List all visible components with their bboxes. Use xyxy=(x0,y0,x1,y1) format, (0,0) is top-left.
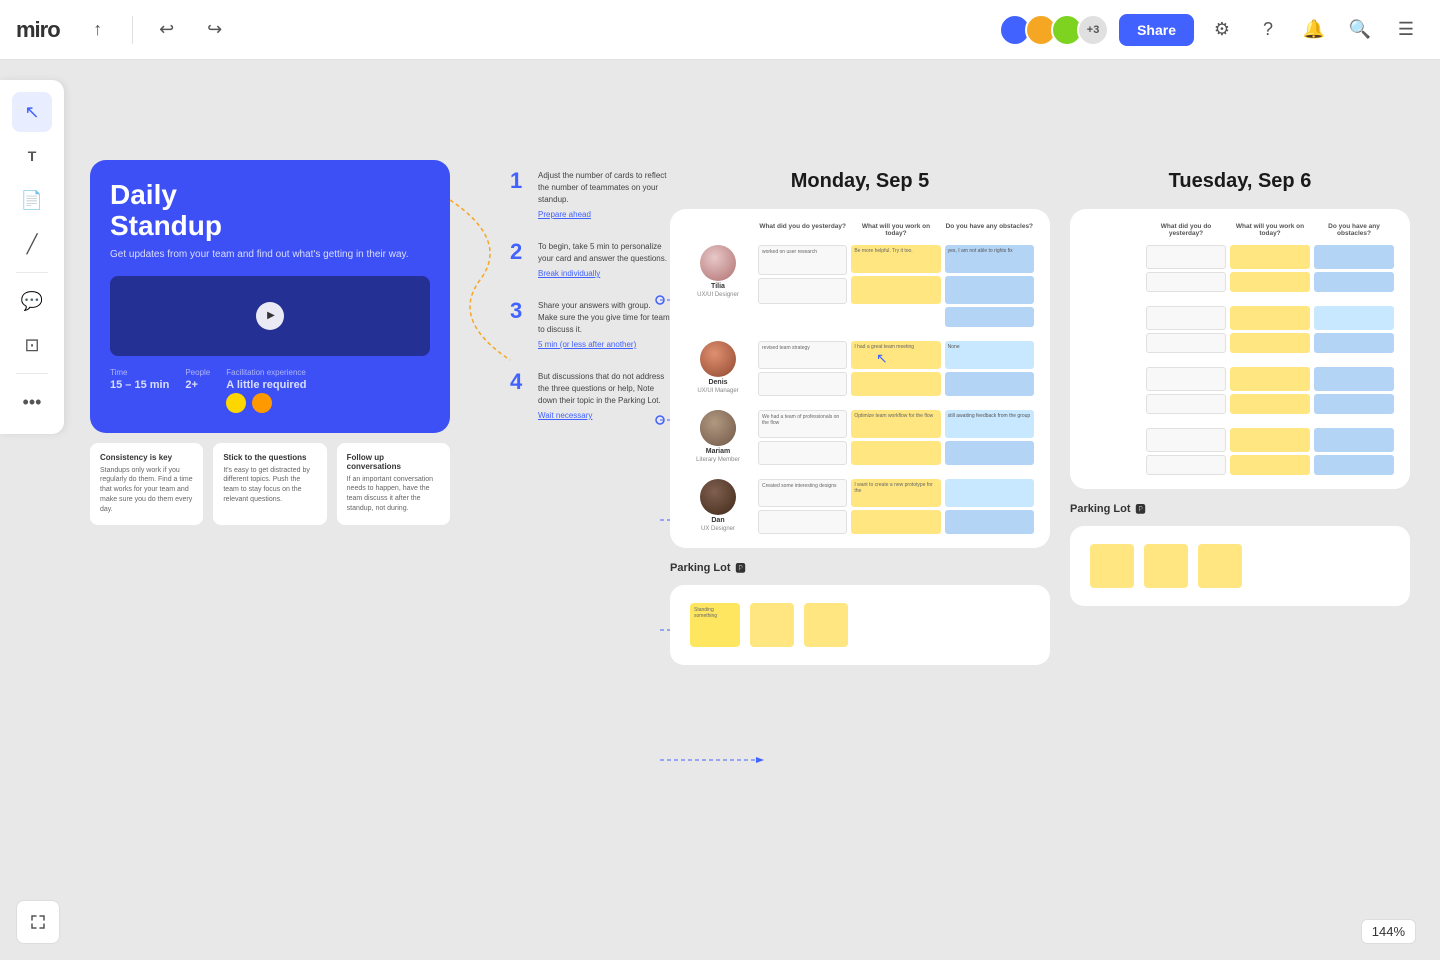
intro-card: DailyStandup Get updates from your team … xyxy=(90,160,450,525)
person-row-denis: Denis UX/UI Manager revised team strateg… xyxy=(686,341,1034,396)
expand-button[interactable] xyxy=(16,900,60,944)
avatar-tilia xyxy=(700,245,736,281)
topbar: miro ↑ ↩ ↪ +3 Share ⚙ ? 🔔 🔍 ☰ xyxy=(0,0,1440,60)
parking-lot-monday: Parking Lot 🅿 Standing something xyxy=(670,560,1050,665)
monday-section: Monday, Sep 5 What did you do yesterday?… xyxy=(670,170,1050,665)
logo: miro xyxy=(16,17,60,43)
person-row-tilia: Tilia UX/UI Designer worked on user rese… xyxy=(686,245,1034,327)
left-toolbar: ↖ T 📄 ╱ 💬 ⊡ ••• xyxy=(0,80,64,434)
comment-tool[interactable]: 💬 xyxy=(12,281,52,321)
tuesday-section: Tuesday, Sep 6 What did you do yesterday… xyxy=(1070,170,1410,606)
tuesday-row-3 xyxy=(1086,367,1394,414)
intro-stats: Time 15 – 15 min People 2+ Facilitation … xyxy=(110,368,430,413)
tuesday-row-2 xyxy=(1086,306,1394,353)
frame-tool[interactable]: ⊡ xyxy=(12,325,52,365)
tuesday-row-1 xyxy=(1086,245,1394,292)
intro-subtitle: Get updates from your team and find out … xyxy=(110,248,430,262)
intro-blue-card: DailyStandup Get updates from your team … xyxy=(90,160,450,433)
person-row-mariam: Mariam Literary Member We had a team of … xyxy=(686,410,1034,465)
step-3: 3 Share your answers with group. Make su… xyxy=(510,300,670,351)
redo-button[interactable]: ↪ xyxy=(197,12,233,48)
mini-avatar xyxy=(252,393,272,413)
step-2: 2 To begin, take 5 min to personalize yo… xyxy=(510,241,670,280)
tuesday-row-4 xyxy=(1086,428,1394,475)
stat-people: People 2+ xyxy=(185,368,210,413)
parking-lot-monday-board: Standing something xyxy=(670,585,1050,665)
line-tool[interactable]: ╱ xyxy=(12,224,52,264)
share-button[interactable]: Share xyxy=(1119,14,1194,46)
search-icon-button[interactable]: 🔍 xyxy=(1342,12,1378,48)
more-tools[interactable]: ••• xyxy=(12,382,52,422)
person-row-dan: Dan UX Designer Created some interesting… xyxy=(686,479,1034,534)
zoom-level: 144% xyxy=(1361,919,1416,944)
tuesday-board: What did you do yesterday? What will you… xyxy=(1070,209,1410,489)
upload-button[interactable]: ↑ xyxy=(80,12,116,48)
play-button[interactable]: ▶ xyxy=(256,302,284,330)
parking-lot-tuesday-board xyxy=(1070,526,1410,606)
undo-button[interactable]: ↩ xyxy=(149,12,185,48)
video-thumbnail[interactable]: ▶ xyxy=(110,276,430,356)
step-4: 4 But discussions that do not address th… xyxy=(510,371,670,422)
parking-lot-tuesday: Parking Lot 🅿 xyxy=(1070,501,1410,606)
settings-icon-button[interactable]: ⚙ xyxy=(1204,12,1240,48)
canvas: DailyStandup Get updates from your team … xyxy=(0,60,1440,960)
toolbar-separator xyxy=(16,272,48,273)
steps-section: 1 Adjust the number of cards to reflect … xyxy=(510,170,670,442)
avatar-count: +3 xyxy=(1077,14,1109,46)
tuesday-title: Tuesday, Sep 6 xyxy=(1070,170,1410,193)
avatar-dan xyxy=(700,479,736,515)
topbar-right: +3 Share ⚙ ? 🔔 🔍 ☰ xyxy=(999,12,1424,48)
avatar-mariam xyxy=(700,410,736,446)
help-icon-button[interactable]: ? xyxy=(1250,12,1286,48)
mini-avatar xyxy=(226,393,246,413)
sticky-tool[interactable]: 📄 xyxy=(12,180,52,220)
cursor-tool[interactable]: ↖ xyxy=(12,92,52,132)
separator xyxy=(132,16,133,44)
stat-experience: Facilitation experience A little require… xyxy=(226,368,306,413)
text-tool[interactable]: T xyxy=(12,136,52,176)
monday-col-headers: What did you do yesterday? What will you… xyxy=(686,223,1034,237)
stat-time: Time 15 – 15 min xyxy=(110,368,169,413)
tuesday-col-headers: What did you do yesterday? What will you… xyxy=(1086,223,1394,237)
info-cards: Consistency is key Standups only work if… xyxy=(90,443,450,525)
toolbar-separator xyxy=(16,373,48,374)
step-1: 1 Adjust the number of cards to reflect … xyxy=(510,170,670,221)
info-card-questions: Stick to the questions It's easy to get … xyxy=(213,443,326,525)
avatar-group: +3 xyxy=(999,14,1109,46)
notifications-icon-button[interactable]: 🔔 xyxy=(1296,12,1332,48)
info-card-consistency: Consistency is key Standups only work if… xyxy=(90,443,203,525)
monday-board: What did you do yesterday? What will you… xyxy=(670,209,1050,548)
info-card-followup: Follow up conversations If an important … xyxy=(337,443,450,525)
intro-title: DailyStandup xyxy=(110,180,430,242)
avatar-denis xyxy=(700,341,736,377)
menu-icon-button[interactable]: ☰ xyxy=(1388,12,1424,48)
monday-title: Monday, Sep 5 xyxy=(670,170,1050,193)
